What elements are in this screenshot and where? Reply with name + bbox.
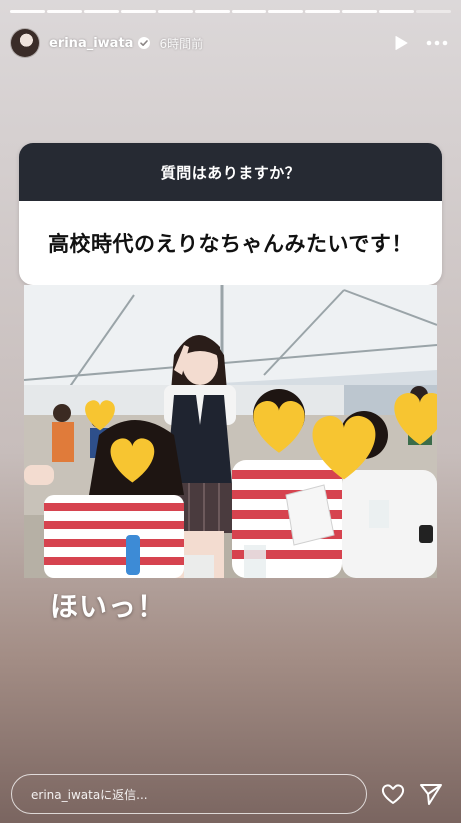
verified-badge-icon bbox=[137, 36, 151, 50]
progress-segment bbox=[10, 10, 45, 13]
reply-input[interactable]: erina_iwataに返信... bbox=[11, 774, 367, 814]
username[interactable]: erina_iwata bbox=[49, 36, 133, 51]
send-icon[interactable] bbox=[416, 779, 446, 809]
story-caption: ほいっ！ bbox=[50, 590, 167, 623]
progress-segment bbox=[231, 10, 267, 13]
story-header: erina_iwata 6時間前 bbox=[10, 28, 451, 58]
progress-segment bbox=[120, 10, 156, 13]
post-timestamp: 6時間前 bbox=[159, 36, 204, 51]
profile-avatar[interactable] bbox=[10, 28, 40, 58]
progress-segment bbox=[194, 10, 230, 13]
reply-placeholder: erina_iwataに返信... bbox=[31, 787, 148, 802]
question-answer: 高校時代のえりなちゃんみたいです！ bbox=[19, 201, 442, 285]
progress-segment bbox=[83, 10, 119, 13]
progress-segment bbox=[157, 10, 193, 13]
progress-segment bbox=[46, 10, 82, 13]
heart-icon[interactable] bbox=[378, 779, 408, 809]
question-prompt: 質問はありますか？ bbox=[19, 143, 442, 201]
play-icon[interactable] bbox=[387, 29, 415, 57]
progress-segment bbox=[342, 10, 378, 13]
story-progress-bar bbox=[10, 10, 452, 13]
photo-illustration bbox=[24, 285, 437, 578]
story-viewer[interactable]: erina_iwata 6時間前 質問はありますか？ 高校時代のえりなちゃんみた… bbox=[0, 0, 461, 823]
story-photo bbox=[24, 285, 437, 578]
progress-segment bbox=[268, 10, 304, 13]
progress-segment bbox=[305, 10, 341, 13]
progress-segment bbox=[416, 10, 452, 13]
progress-segment bbox=[379, 10, 415, 13]
more-icon[interactable] bbox=[423, 29, 451, 57]
question-sticker: 質問はありますか？ 高校時代のえりなちゃんみたいです！ bbox=[19, 143, 442, 285]
